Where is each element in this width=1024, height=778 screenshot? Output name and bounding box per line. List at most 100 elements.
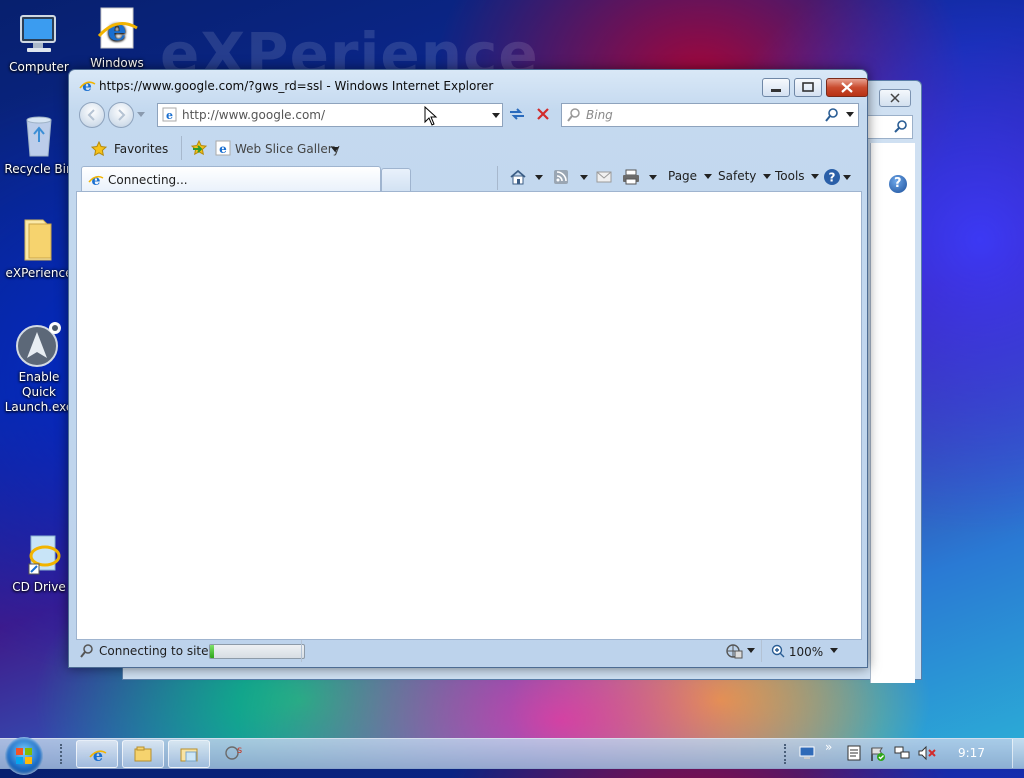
search-icon — [894, 119, 908, 136]
print-dropdown[interactable] — [649, 175, 657, 180]
read-mail-button[interactable] — [596, 170, 612, 187]
address-input[interactable]: http://www.google.com/ — [182, 108, 325, 122]
status-text: Connecting to site . — [99, 644, 217, 658]
background-window-search-box[interactable] — [867, 115, 913, 139]
background-window-pane — [870, 143, 915, 683]
document-icon[interactable] — [847, 745, 861, 764]
loading-progress-bar — [209, 644, 305, 659]
search-provider-icon — [566, 107, 582, 126]
web-slice-gallery-label: Web Slice Gallery — [235, 142, 340, 156]
title-bar[interactable]: e https://www.google.com/?gws_rd=ssl - W… — [69, 70, 868, 100]
status-divider — [761, 640, 762, 662]
recent-pages-dropdown[interactable] — [137, 112, 145, 117]
recycle-bin-icon — [15, 112, 63, 160]
desktop-icon-experience-folder[interactable]: eXPerience — [0, 216, 78, 281]
page-menu-label: Page — [668, 169, 698, 183]
mouse-cursor-icon — [424, 105, 438, 129]
close-button[interactable] — [826, 78, 868, 97]
zoom-dropdown[interactable] — [830, 648, 838, 653]
tab-google[interactable]: e Connecting... — [81, 166, 381, 192]
windows-logo-icon — [5, 748, 43, 778]
quick-launch-app-icon — [15, 320, 63, 368]
feeds-button[interactable] — [553, 169, 569, 188]
search-options-dropdown[interactable] — [846, 112, 854, 117]
tools-menu[interactable]: Tools — [775, 169, 820, 183]
internet-explorer-icon: e — [89, 746, 107, 767]
folder-icon — [15, 216, 63, 264]
help-icon[interactable]: ? — [889, 175, 907, 193]
desktop-icon-label: eXPerience — [5, 266, 73, 280]
home-button[interactable] — [509, 168, 527, 189]
chevron-down-icon — [763, 174, 772, 179]
chevron-down-icon — [703, 174, 712, 179]
new-tab-button[interactable] — [381, 168, 411, 192]
desktop-icon-label: Recycle Bin — [4, 162, 74, 176]
page-content-area[interactable] — [76, 191, 862, 640]
forward-button[interactable] — [108, 102, 134, 128]
svg-text:?: ? — [829, 171, 836, 185]
feeds-dropdown[interactable] — [580, 175, 588, 180]
zoom-control[interactable]: 100% — [771, 644, 823, 659]
search-box[interactable]: Bing — [561, 103, 859, 127]
search-icon[interactable] — [824, 107, 840, 126]
show-desktop-button[interactable] — [1012, 739, 1024, 768]
desktop-icon-computer[interactable]: Computer — [0, 10, 78, 75]
page-menu[interactable]: Page — [668, 169, 712, 183]
back-button[interactable] — [79, 102, 105, 128]
command-bar-divider — [497, 166, 498, 190]
help-dropdown[interactable] — [843, 175, 851, 180]
folder-icon — [134, 746, 152, 765]
desktop-icon-enable-quick-launch[interactable]: Enable Quick Launch.exe — [0, 320, 78, 415]
tab-title: Connecting... — [108, 173, 188, 187]
desktop-icon-label: Enable Quick Launch.exe — [4, 370, 74, 414]
start-button[interactable] — [5, 737, 43, 775]
page-icon: e — [162, 107, 177, 125]
folder-icon — [180, 746, 198, 765]
taskbar-button-folder[interactable] — [168, 740, 210, 768]
favorites-divider — [181, 136, 182, 160]
favorites-label: Favorites — [114, 142, 169, 156]
zoom-icon — [771, 644, 785, 659]
computer-icon — [15, 10, 63, 58]
svg-text:e: e — [92, 173, 101, 188]
desktop-icon-cd-drive[interactable]: CD Drive — [0, 530, 78, 595]
taskbar-button-explorer[interactable] — [122, 740, 164, 768]
desktop-icon-recycle-bin[interactable]: Recycle Bin — [0, 112, 78, 177]
tray-grip — [784, 744, 792, 764]
system-clock[interactable]: 9:17 — [958, 746, 985, 760]
tools-menu-label: Tools — [775, 169, 805, 183]
volume-muted-icon[interactable] — [917, 745, 937, 764]
protected-mode-dropdown[interactable] — [747, 648, 755, 653]
help-button[interactable]: ? — [823, 168, 841, 189]
add-to-favorites-bar-button[interactable] — [190, 139, 209, 159]
network-icon[interactable] — [893, 745, 911, 764]
taskbar-button-internet-explorer[interactable]: e — [76, 740, 118, 768]
background-window-close-button[interactable] — [879, 89, 911, 107]
minimize-button[interactable] — [762, 78, 790, 97]
action-center-flag-icon[interactable] — [869, 746, 887, 765]
address-bar[interactable]: e http://www.google.com/ — [157, 103, 503, 127]
address-dropdown[interactable] — [492, 113, 500, 118]
internet-explorer-window[interactable]: e https://www.google.com/?gws_rd=ssl - W… — [68, 69, 868, 668]
mail-icon — [596, 171, 612, 187]
desktop-icon-windows-ie[interactable]: e Windows — [78, 6, 156, 71]
print-button[interactable] — [622, 168, 640, 189]
cd-drive-icon — [15, 530, 63, 578]
show-hidden-icons-chevron-icon[interactable]: » — [825, 740, 832, 754]
status-divider — [301, 640, 302, 662]
desktop-icon-label: Computer — [9, 60, 69, 74]
taskbar-grip — [60, 744, 68, 764]
quick-launch-icon[interactable]: s — [224, 743, 244, 764]
maximize-button[interactable] — [794, 78, 822, 97]
search-icon — [79, 643, 95, 662]
chevron-down-icon — [811, 174, 820, 179]
safety-menu-label: Safety — [718, 169, 757, 183]
protected-mode-icon[interactable] — [725, 643, 743, 662]
internet-explorer-icon: e — [88, 172, 104, 191]
safety-menu[interactable]: Safety — [718, 169, 772, 183]
compatibility-view-button[interactable] — [505, 103, 529, 125]
home-dropdown[interactable] — [535, 175, 543, 180]
desktop-monitor-icon[interactable] — [799, 746, 815, 763]
printer-icon — [622, 169, 640, 189]
stop-button[interactable] — [531, 103, 555, 125]
